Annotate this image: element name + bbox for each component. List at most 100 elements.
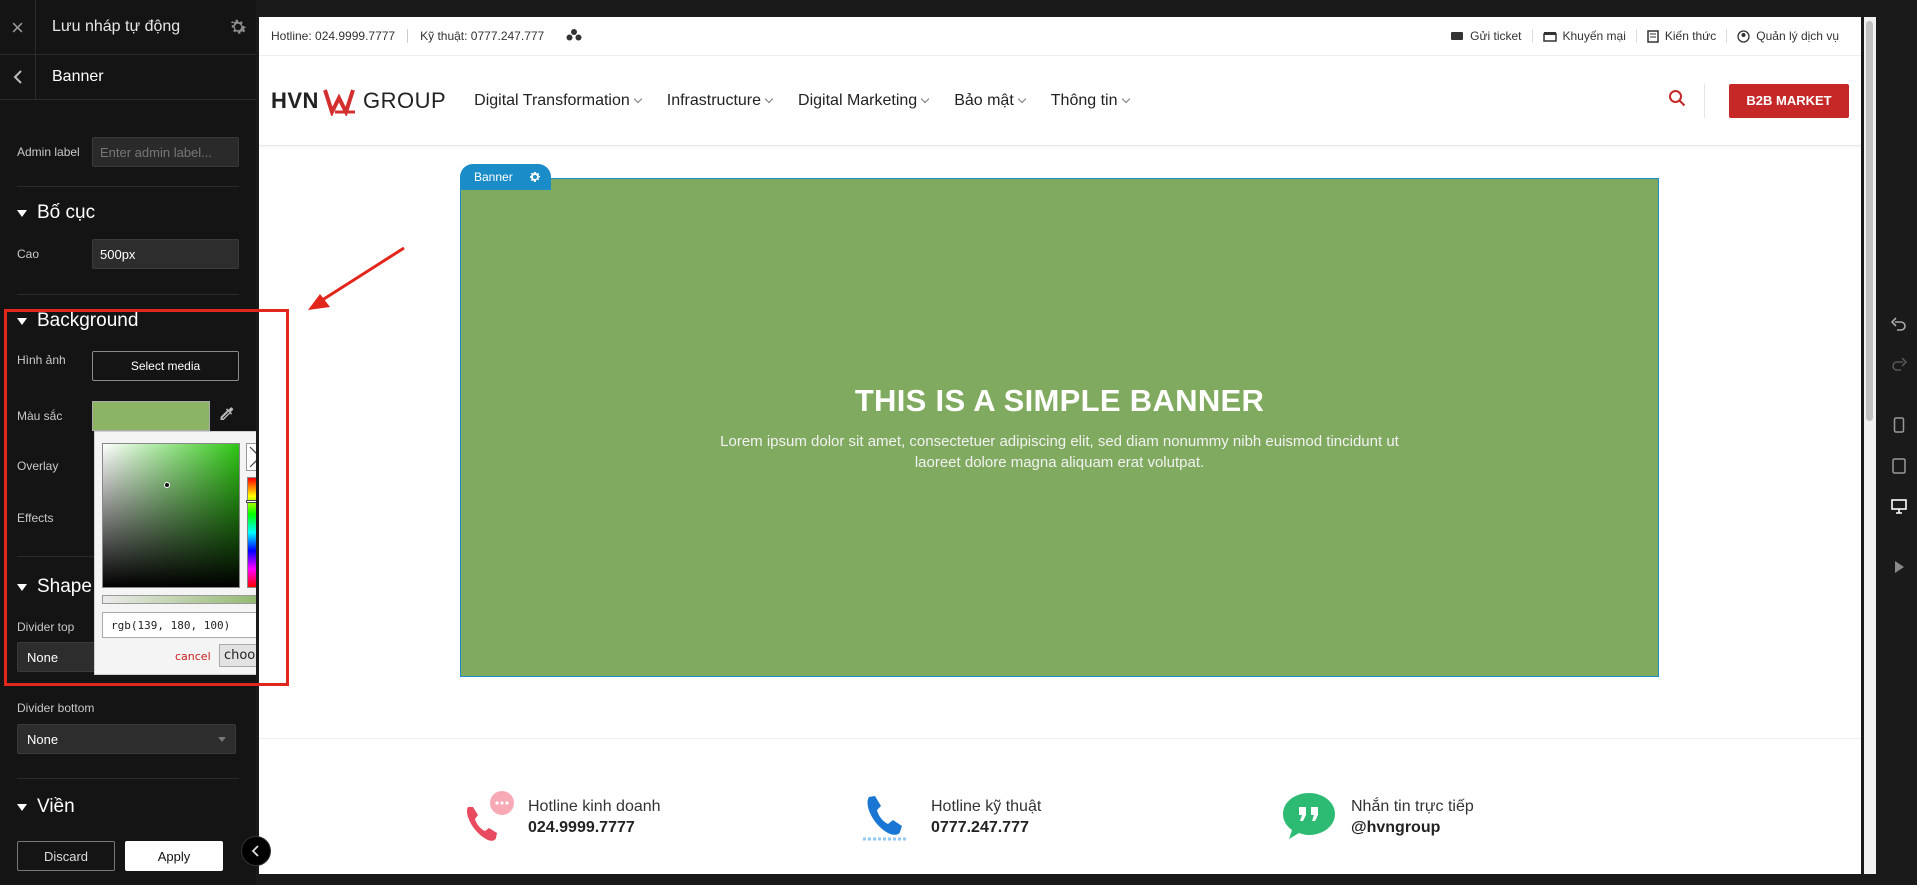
- logo-mark-icon: [323, 88, 355, 116]
- picker-choose-button[interactable]: choose: [219, 644, 256, 667]
- hue-slider[interactable]: [246, 477, 256, 588]
- chevron-down-icon: [1121, 94, 1130, 103]
- chevron-down-icon: [920, 94, 930, 103]
- element-title: Banner: [52, 68, 104, 85]
- chevron-down-icon: [218, 736, 226, 742]
- preview-scrollbar[interactable]: [1864, 17, 1876, 874]
- divider-bottom-value: None: [27, 731, 59, 747]
- contact-chat-title: Nhắn tin trực tiếp: [1351, 797, 1474, 815]
- height-input[interactable]: 500px: [92, 239, 239, 269]
- divider-top-label: Divider top: [17, 620, 75, 634]
- color-swatch[interactable]: [92, 401, 210, 431]
- collapse-panel-button[interactable]: [241, 836, 271, 866]
- section-shape-toggle[interactable]: Shape: [17, 576, 92, 598]
- settings-panel: × Lưu nháp tự động Banner Admin label En…: [0, 0, 256, 885]
- contact-chat[interactable]: Nhắn tin trực tiếp @hvngroup: [1279, 789, 1474, 845]
- contact-sales-title: Hotline kinh doanh: [528, 797, 661, 815]
- redo-icon[interactable]: [1890, 355, 1908, 373]
- gift-icon: [1542, 32, 1557, 42]
- banner-element-tag[interactable]: Banner: [460, 164, 551, 190]
- link-account[interactable]: Quản lý dịch vụ: [1726, 29, 1849, 43]
- chevron-down-icon: [1017, 94, 1027, 103]
- color-label: Màu sắc: [17, 409, 63, 423]
- book-icon: [1647, 29, 1659, 43]
- link-account-label: Quản lý dịch vụ: [1756, 29, 1839, 43]
- gear-icon[interactable]: [529, 171, 541, 183]
- contact-chat-value: @hvngroup: [1351, 818, 1441, 836]
- menu-item-label: Bảo mật: [954, 91, 1014, 109]
- ticket-icon: [1451, 32, 1464, 40]
- color-cursor[interactable]: [164, 482, 170, 488]
- link-ticket[interactable]: Gửi ticket: [1440, 29, 1531, 43]
- preview-play-icon[interactable]: [1890, 558, 1908, 576]
- chat-quote-icon: [1283, 793, 1335, 839]
- banner-section[interactable]: THIS IS A SIMPLE BANNER Lorem ipsum dolo…: [460, 178, 1659, 677]
- contact-technical-title: Hotline kỹ thuật: [931, 797, 1042, 815]
- top-info-bar: Hotline: 024.9999.7777 Kỹ thuật: 0777.24…: [259, 17, 1861, 56]
- panel-footer: Discard Apply: [0, 827, 256, 885]
- eyedropper-icon[interactable]: [218, 405, 236, 428]
- search-icon[interactable]: [1668, 89, 1686, 112]
- menu-item-digital-transformation[interactable]: Digital Transformation: [474, 92, 643, 110]
- site-logo[interactable]: HVN GROUP: [271, 86, 446, 116]
- undo-icon[interactable]: [1890, 315, 1908, 333]
- autosave-label: Lưu nháp tự động: [52, 18, 181, 35]
- alpha-slider[interactable]: [102, 595, 256, 604]
- menu-item-digital-marketing[interactable]: Digital Marketing: [798, 91, 930, 110]
- section-border-title: Viền: [37, 796, 75, 817]
- back-arrow-icon[interactable]: [0, 54, 36, 100]
- b2b-market-button[interactable]: B2B MARKET: [1729, 83, 1849, 118]
- height-label: Cao: [17, 247, 40, 261]
- link-knowledge-label: Kiến thức: [1664, 29, 1717, 43]
- chevron-down-icon: [764, 94, 774, 103]
- overlay-label: Overlay: [17, 459, 59, 473]
- section-layout-title: Bố cục: [37, 202, 96, 223]
- link-ticket-label: Gửi ticket: [1470, 29, 1522, 43]
- picker-cancel-link[interactable]: cancel: [175, 650, 211, 663]
- logo-text-left: HVN: [271, 87, 319, 113]
- contact-technical[interactable]: Hotline kỹ thuật 0777.247.777: [859, 789, 1041, 845]
- banner-tag-label: Banner: [474, 170, 513, 184]
- scrollbar-thumb[interactable]: [1866, 21, 1873, 421]
- menu-item-infrastructure[interactable]: Infrastructure: [666, 91, 774, 110]
- divider-bottom-select[interactable]: None: [17, 724, 236, 754]
- menu-item-info[interactable]: Thông tin: [1051, 92, 1130, 110]
- hue-handle[interactable]: [246, 500, 256, 503]
- section-border-toggle[interactable]: Viền: [17, 796, 75, 818]
- section-layout-toggle[interactable]: Bố cục: [17, 202, 95, 224]
- menu-item-label: Digital Marketing: [798, 91, 918, 109]
- link-promotion[interactable]: Khuyến mại: [1531, 29, 1636, 43]
- link-knowledge[interactable]: Kiến thức: [1635, 29, 1726, 43]
- community-icon[interactable]: [566, 28, 582, 45]
- main-navigation: HVN GROUP Digital Transformation Infrast…: [259, 56, 1861, 146]
- saturation-value-area[interactable]: [102, 443, 240, 588]
- gear-icon[interactable]: [220, 0, 256, 55]
- contact-strip: Hotline kinh doanh 024.9999.7777 Hotline…: [259, 738, 1861, 874]
- admin-label-input[interactable]: Enter admin label...: [92, 137, 239, 167]
- menu-item-label: Infrastructure: [666, 91, 762, 109]
- apply-button[interactable]: Apply: [125, 841, 223, 871]
- mobile-view-icon[interactable]: [1890, 416, 1908, 434]
- website-preview: Hotline: 024.9999.7777 Kỹ thuật: 0777.24…: [259, 17, 1861, 874]
- banner-title: THIS IS A SIMPLE BANNER: [854, 382, 1265, 418]
- editor-app: × Lưu nháp tự động Banner Admin label En…: [0, 0, 1917, 885]
- annotation-arrow-icon: [308, 246, 405, 310]
- hotline-text: Hotline: 024.9999.7777: [271, 29, 396, 43]
- contact-sales-value: 024.9999.7777: [528, 818, 635, 836]
- main-menu: Digital Transformation Infrastructure Di…: [474, 91, 1130, 110]
- admin-label-caption: Admin label: [17, 145, 80, 159]
- effects-label: Effects: [17, 511, 54, 525]
- color-value-input[interactable]: rgb(139, 180, 100): [102, 612, 256, 638]
- tablet-view-icon[interactable]: [1890, 457, 1908, 475]
- divider-top-value: None: [27, 649, 59, 665]
- contact-sales[interactable]: Hotline kinh doanh 024.9999.7777: [460, 789, 661, 845]
- section-shape-title: Shape: [37, 576, 92, 597]
- select-media-button[interactable]: Select media: [92, 351, 239, 381]
- close-icon[interactable]: ×: [0, 0, 36, 55]
- desktop-view-icon[interactable]: [1890, 497, 1908, 515]
- section-background-toggle[interactable]: Background: [17, 310, 138, 332]
- menu-item-security[interactable]: Bảo mật: [954, 91, 1027, 110]
- device-toolbar: [1880, 0, 1917, 885]
- close-picker-icon[interactable]: [246, 443, 256, 471]
- discard-button[interactable]: Discard: [17, 841, 115, 871]
